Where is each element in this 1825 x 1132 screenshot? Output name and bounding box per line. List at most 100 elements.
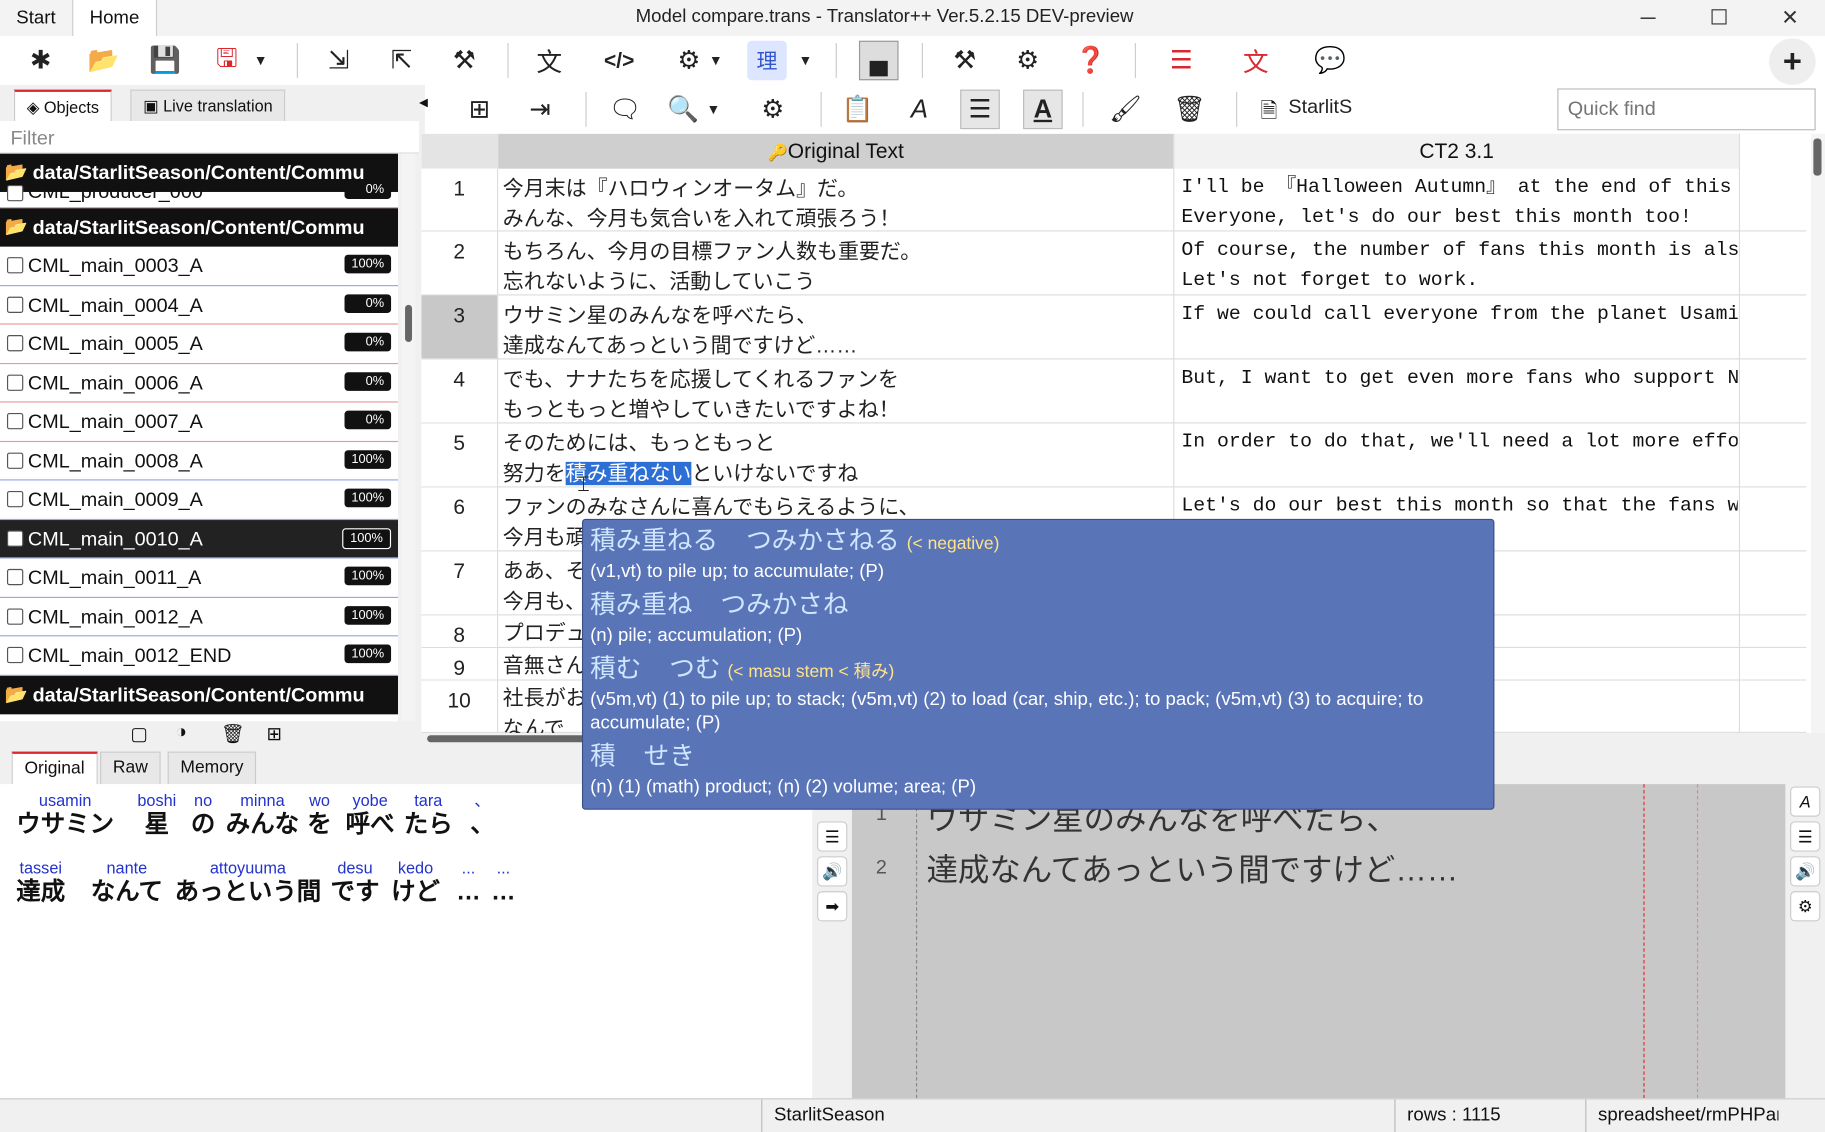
list-item[interactable]: CML_main_0008_A 100% bbox=[0, 442, 399, 481]
folder-item[interactable]: 📂 data/StarlitSeason/Content/Commu bbox=[0, 208, 399, 247]
row-number[interactable]: 5 bbox=[421, 423, 499, 487]
translate-check-icon[interactable]: 文 bbox=[530, 41, 570, 81]
table-row[interactable]: 3 ウサミン星のみんなを呼べたら、 達成なんてあっという間ですけど…… If we c… bbox=[421, 295, 1807, 360]
help-icon[interactable]: ❓ bbox=[1071, 41, 1111, 81]
search-icon[interactable]: 🔍 bbox=[663, 90, 703, 130]
original-cell[interactable]: そのためには、もっともっと 努力を積み重ねないといけないですね bbox=[503, 428, 1166, 488]
list-item[interactable]: CML_main_0005_A 0% bbox=[0, 325, 399, 364]
wrap-icon[interactable]: ☰ bbox=[817, 821, 848, 852]
trash-icon[interactable]: 🗑 bbox=[1170, 90, 1210, 130]
list-item[interactable]: CML_main_0006_A 0% bbox=[0, 364, 399, 403]
table-row[interactable]: 1 今月末は『ハロウィンオータム』だ。 みんな、今月も気合いを入れて頑張ろう！ I'l… bbox=[421, 168, 1807, 233]
row-number[interactable]: 1 bbox=[421, 168, 499, 231]
speaker-icon[interactable]: 🔊 bbox=[817, 856, 848, 887]
minimize-button[interactable]: ─ bbox=[1613, 0, 1683, 36]
tab-original[interactable]: Original bbox=[11, 751, 98, 785]
collapse-arrow-icon[interactable]: ◀ bbox=[419, 97, 428, 110]
checkbox[interactable] bbox=[6, 529, 24, 547]
row-number[interactable]: 6 bbox=[421, 487, 499, 551]
checkbox[interactable] bbox=[6, 646, 24, 664]
checkbox[interactable] bbox=[6, 335, 24, 352]
go-to-icon[interactable]: ⇥ bbox=[520, 90, 560, 130]
layout-toggle-icon[interactable]: ▄ bbox=[858, 40, 899, 81]
row-number[interactable]: 10 bbox=[421, 680, 499, 732]
folder-item[interactable]: 📂 data/StarlitSeason/Content/Commu bbox=[0, 675, 399, 714]
translation-cell[interactable]: If we could call everyone from the plane… bbox=[1181, 300, 1737, 330]
list-item[interactable]: CML_main_0009_A 100% bbox=[0, 480, 399, 520]
list-item[interactable]: CML_main_0004_A 0% bbox=[0, 286, 399, 325]
editor-line[interactable]: 達成なんてあっという間ですけど…… bbox=[926, 845, 1458, 890]
tab-live-translation[interactable]: ▣ Live translation bbox=[130, 89, 286, 123]
checkbox[interactable] bbox=[6, 568, 24, 586]
checkbox[interactable] bbox=[6, 374, 24, 391]
save-as-icon[interactable]: 🖫 bbox=[207, 41, 247, 81]
add-icon[interactable]: + bbox=[1769, 38, 1816, 85]
table-row[interactable]: 2 もちろん、今月の目標ファン人数も重要だ。 忘れないように、活動していこう Of c… bbox=[421, 231, 1807, 296]
contrast-icon[interactable]: ◑ bbox=[176, 722, 187, 743]
text-style-icon[interactable]: A bbox=[1023, 89, 1063, 130]
text-editor[interactable]: 1 2 ウサミン星のみんなを呼べたら、 達成なんてあっという間ですけど…… bbox=[851, 784, 1786, 1099]
scroll-thumb[interactable] bbox=[1813, 138, 1822, 176]
import-icon[interactable]: ⇲ bbox=[319, 41, 359, 81]
font-icon[interactable]: A bbox=[1790, 786, 1821, 817]
list-item[interactable]: CML_main_0007_A 0% bbox=[0, 403, 399, 442]
checkbox[interactable] bbox=[6, 257, 24, 274]
filter-input[interactable]: Filter bbox=[0, 120, 420, 154]
red-translate-icon[interactable]: 文 bbox=[1236, 41, 1276, 81]
original-text-header[interactable]: 🔑Original Text bbox=[498, 133, 1174, 169]
translation-cell[interactable]: Let's do our best this month so that the… bbox=[1181, 492, 1737, 522]
tab-objects[interactable]: ◈ Objects bbox=[13, 89, 112, 123]
original-cell[interactable]: 今月末は『ハロウィンオータム』だ。 みんな、今月も気合いを入れて頑張ろう！ bbox=[503, 173, 1166, 233]
square-icon[interactable]: ▢ bbox=[130, 722, 148, 745]
translation-cell[interactable]: But, I want to get even more fans who su… bbox=[1181, 364, 1737, 394]
wrap-icon[interactable]: ☰ bbox=[1790, 821, 1821, 852]
checkbox[interactable] bbox=[6, 296, 24, 313]
gear-icon[interactable]: ⚙ bbox=[1790, 891, 1821, 922]
wrap-icon[interactable]: ☰ bbox=[960, 89, 1000, 130]
save-icon[interactable]: 💾 bbox=[145, 41, 185, 81]
close-button[interactable]: ✕ bbox=[1755, 0, 1825, 36]
clipboard-icon[interactable]: 📋 bbox=[838, 90, 878, 130]
checkbox[interactable] bbox=[6, 451, 24, 469]
list-item[interactable]: CML_main_0003_A 100% bbox=[0, 247, 399, 286]
project-label[interactable]: StarlitS bbox=[1288, 95, 1352, 118]
checkbox[interactable] bbox=[6, 607, 24, 625]
settings-gears-icon[interactable]: ⚙ bbox=[1008, 41, 1048, 81]
row-number[interactable]: 9 bbox=[421, 648, 499, 680]
row-number[interactable]: 2 bbox=[421, 231, 499, 295]
new-project-icon[interactable]: ✱ bbox=[21, 41, 61, 81]
kanji-dropdown-icon[interactable]: ▼ bbox=[794, 41, 817, 81]
row-number[interactable]: 3 bbox=[421, 295, 499, 359]
tools-icon[interactable]: ⚒ bbox=[945, 41, 985, 81]
quick-find-input[interactable] bbox=[1557, 88, 1816, 131]
original-cell[interactable]: もちろん、今月の目標ファン人数も重要だ。 忘れないように、活動していこう bbox=[503, 236, 1166, 296]
speaker-icon[interactable]: 🔊 bbox=[1790, 856, 1821, 887]
tab-raw[interactable]: Raw bbox=[100, 751, 161, 785]
trash-icon[interactable]: 🗑 bbox=[221, 722, 245, 745]
translation-cell[interactable]: I'll be 『Halloween Autumn』 at the end of… bbox=[1181, 173, 1737, 233]
kanji-icon[interactable]: 理 bbox=[747, 40, 787, 81]
row-number[interactable]: 4 bbox=[421, 359, 499, 423]
add-square-icon[interactable]: ⊞ bbox=[267, 722, 283, 745]
brush-icon[interactable]: 🖌 bbox=[1106, 90, 1146, 130]
list-item[interactable]: CML_main_0011_A 100% bbox=[0, 558, 399, 598]
row-number[interactable]: 8 bbox=[421, 615, 499, 647]
arrow-right-icon[interactable]: ➡ bbox=[817, 891, 848, 922]
chat-icon[interactable]: 💬 bbox=[1311, 41, 1351, 81]
grid-scrollbar[interactable] bbox=[1811, 133, 1825, 733]
left-scrollbar[interactable] bbox=[401, 153, 416, 722]
automation-dropdown-icon[interactable]: ▼ bbox=[704, 41, 727, 81]
open-folder-icon[interactable]: 📂 bbox=[84, 41, 124, 81]
original-cell[interactable]: ウサミン星のみんなを呼べたら、 達成なんてあっという間ですけど…… bbox=[503, 300, 1166, 360]
list-item[interactable]: CML_producer_000 0% bbox=[0, 180, 399, 209]
row-number[interactable]: 7 bbox=[421, 551, 499, 615]
automation-icon[interactable]: ⚙ bbox=[669, 41, 709, 81]
inject-icon[interactable]: ⚒ bbox=[445, 41, 485, 81]
checkbox[interactable] bbox=[6, 184, 24, 202]
save-as-dropdown-icon[interactable]: ▼ bbox=[249, 41, 272, 81]
ct2-column-header[interactable]: CT2 3.1 bbox=[1173, 133, 1739, 169]
code-icon[interactable]: </> bbox=[599, 41, 639, 81]
insert-row-icon[interactable]: ⊞ bbox=[460, 90, 500, 130]
table-row[interactable]: 4 でも、ナナたちを応援してくれるファンを もっともっと増やしていきたいですよね！ B… bbox=[421, 359, 1807, 424]
font-icon[interactable]: A bbox=[900, 90, 940, 130]
